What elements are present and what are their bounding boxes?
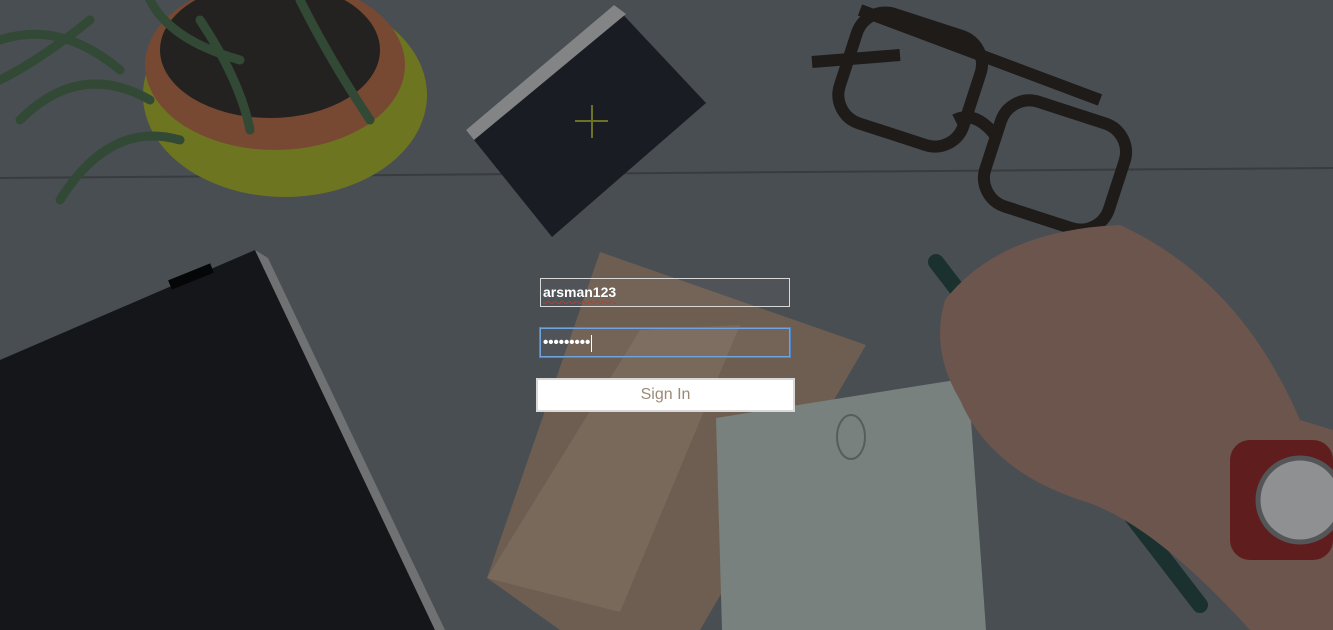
- sign-in-button[interactable]: Sign In: [536, 378, 795, 412]
- password-value: •••••••••: [543, 334, 591, 351]
- password-input[interactable]: •••••••••: [540, 328, 790, 357]
- text-caret: [591, 334, 593, 352]
- username-input[interactable]: arsman123: [540, 278, 790, 307]
- username-value: arsman123: [543, 284, 617, 300]
- login-page: arsman123 ••••••••• Sign In: [0, 0, 1333, 630]
- dark-overlay: [0, 0, 1333, 630]
